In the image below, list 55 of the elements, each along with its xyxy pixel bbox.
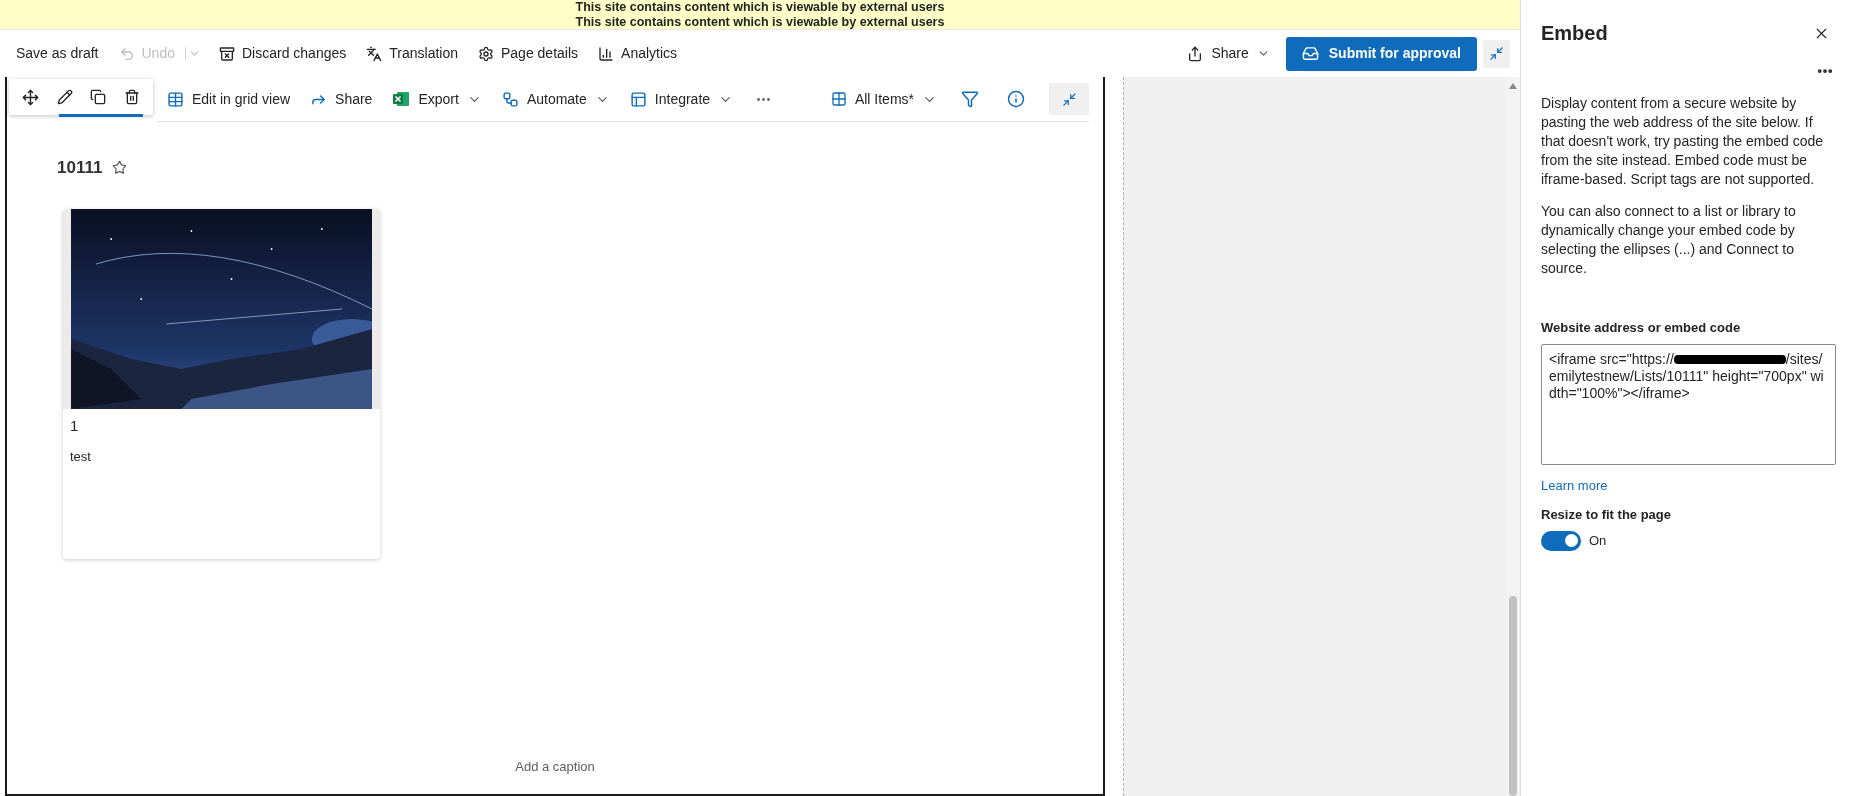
resize-toggle[interactable] [1541, 530, 1581, 551]
command-button[interactable]: Translation [356, 43, 468, 64]
panel-title: Embed [1541, 21, 1608, 46]
embed-code-field[interactable]: <iframe src="https:// /sites/emilytestnew/Lists/10111" height="700px" width="100%"></iframe> [1541, 343, 1836, 465]
view-selector[interactable]: All Items* [830, 88, 937, 110]
banner-text: This site contains content which is viewable by external users [575, 0, 945, 15]
collapse-button[interactable] [1483, 39, 1510, 68]
learn-more-link[interactable]: Learn more [1541, 475, 1608, 495]
command-button[interactable]: Save as draft [6, 43, 109, 64]
share-button[interactable]: Share [1187, 43, 1270, 64]
grid-icon [167, 90, 184, 108]
delete-icon[interactable] [124, 89, 141, 105]
inbox-icon [1301, 45, 1319, 62]
field-label: Website address or embed code [1541, 319, 1742, 337]
list-title: 10111 [57, 157, 103, 179]
duplicate-icon[interactable] [90, 89, 107, 105]
submit-button[interactable]: Submit for approval [1285, 36, 1477, 71]
move-icon[interactable] [21, 88, 39, 106]
command-button[interactable]: Analytics [588, 43, 688, 64]
collapse-button[interactable] [1049, 83, 1089, 115]
toolbar-button[interactable]: Automate [491, 88, 620, 110]
favorite-star-icon[interactable] [112, 160, 128, 176]
translate-icon [366, 45, 383, 62]
info-icon[interactable] [1007, 90, 1025, 108]
flow-icon [501, 90, 519, 108]
tray-icon [218, 45, 235, 62]
settings-icon [478, 45, 494, 62]
scrollbar[interactable] [1506, 77, 1520, 796]
scroll-thumb[interactable] [1509, 596, 1517, 796]
toolbar-button[interactable]: Export [382, 88, 492, 110]
chart-icon [598, 45, 615, 62]
description-text: Display content from a secure website by pasting the web address of the site below. If that doesn't work, try pasting the embed code from the site instead. Embed code must be iframe-based. Script tags are not supported. [1541, 94, 1825, 189]
collapse-icon [1061, 91, 1077, 107]
edit-icon[interactable] [56, 89, 73, 105]
grid-icon [830, 91, 847, 107]
toolbar-button[interactable]: Share [300, 88, 383, 110]
command-button[interactable]: Discard changes [208, 43, 357, 64]
toggle-state: On [1589, 531, 1607, 550]
toggle-label: Resize to fit the page [1541, 506, 1673, 524]
share-icon [1187, 45, 1204, 62]
collapse-icon [1489, 46, 1504, 61]
card-text: test [70, 447, 91, 466]
caption-placeholder[interactable]: Add a caption [515, 756, 595, 776]
toolbar-button[interactable]: Edit in grid view [157, 88, 301, 110]
description-text: You can also connect to a list or library to dynamically change your embed code by selecting the ellipses (...) and Connect to source. [1541, 202, 1797, 278]
toolbar-button[interactable]: Integrate [619, 88, 744, 110]
card-title: 1 [70, 415, 79, 436]
scroll-up-icon[interactable] [1509, 83, 1517, 89]
spreadsheet-icon [392, 90, 411, 108]
undo-icon [118, 45, 135, 62]
filter-icon[interactable] [961, 90, 979, 108]
layout-icon [629, 90, 647, 108]
banner-text: This site contains content which is viewable by external users [575, 14, 945, 30]
item-card[interactable]: 1 test [63, 208, 380, 559]
command-button[interactable]: Page details [468, 43, 589, 64]
